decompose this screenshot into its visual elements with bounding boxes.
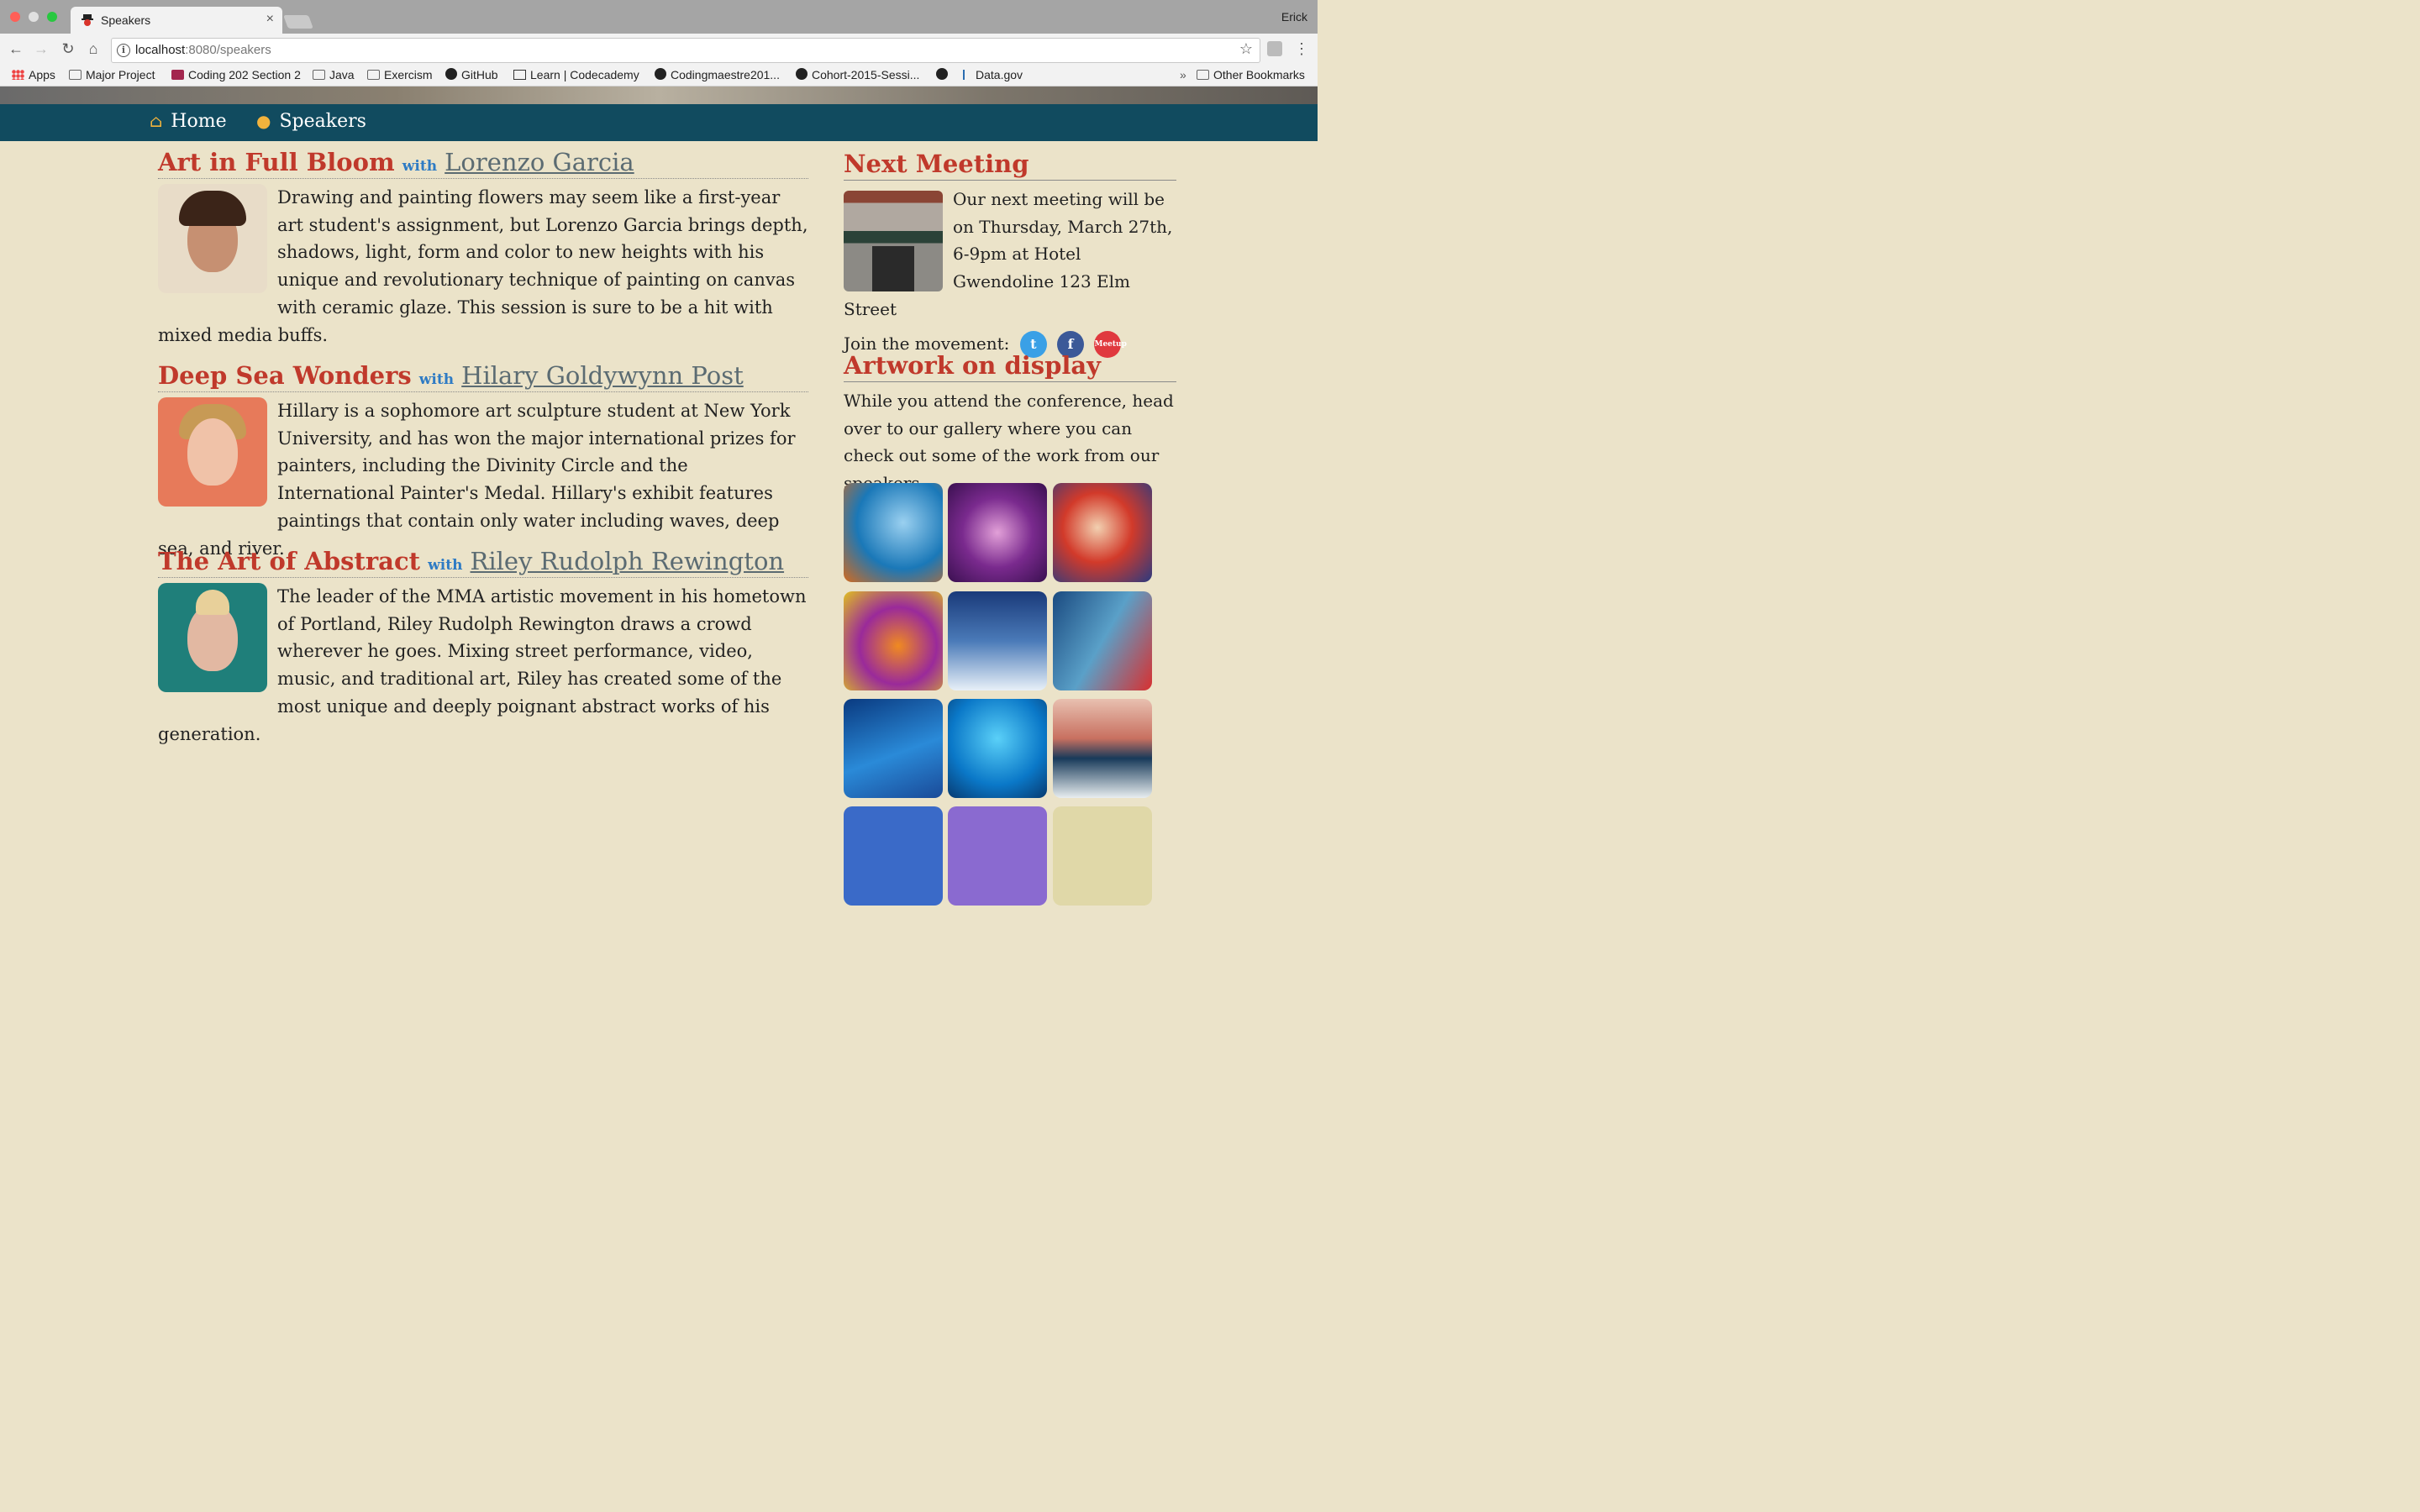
- datagov-icon: [963, 70, 971, 80]
- speaker-heading: Art in Full Bloom with Lorenzo Garcia: [158, 148, 808, 179]
- info-icon[interactable]: i: [117, 44, 130, 57]
- artwork-heading: Artwork on display: [844, 351, 1176, 382]
- bookmark-link[interactable]: GitHub: [445, 68, 498, 81]
- artwork-thumbnail[interactable]: [948, 591, 1047, 690]
- bookmark-folder[interactable]: Java: [313, 68, 355, 81]
- url-text[interactable]: localhost:8080/speakers: [135, 43, 271, 57]
- minimize-window-button[interactable]: [29, 12, 39, 22]
- bookmark-star-icon[interactable]: ☆: [1239, 40, 1253, 58]
- other-bookmarks[interactable]: Other Bookmarks: [1197, 68, 1305, 81]
- speaker-name-link[interactable]: Hilary Goldywynn Post: [461, 361, 744, 390]
- favicon-icon: [82, 14, 93, 26]
- bookmark-link[interactable]: Cohort-2015-Sessi...: [796, 68, 919, 81]
- session-title: The Art of Abstract: [158, 547, 421, 575]
- bookmark-folder[interactable]: Exercism: [367, 68, 433, 81]
- nav-speakers[interactable]: ● Speakers: [256, 111, 366, 132]
- browser-tab[interactable]: Speakers ×: [71, 7, 282, 34]
- bookmark-link[interactable]: Learn | Codecademy: [513, 68, 639, 81]
- home-icon: ⌂: [150, 111, 163, 131]
- bookmark-apps[interactable]: Apps: [12, 68, 55, 81]
- speaker-heading: Deep Sea Wonders with Hilary Goldywynn P…: [158, 361, 808, 392]
- speaker-name-link[interactable]: Riley Rudolph Rewington: [471, 547, 785, 575]
- join-label: Join the movement:: [844, 333, 1010, 354]
- bookmark-link[interactable]: Coding 202 Section 2: [171, 68, 301, 81]
- tab-title: Speakers: [101, 13, 151, 27]
- nav-home[interactable]: ⌂ Home: [150, 111, 227, 132]
- apps-grid-icon: [12, 70, 24, 80]
- speaker-card: Deep Sea Wonders with Hilary Goldywynn P…: [158, 361, 808, 562]
- new-tab-button[interactable]: [283, 15, 313, 29]
- artwork-thumbnail[interactable]: [844, 591, 943, 690]
- speaker-heading: The Art of Abstract with Riley Rudolph R…: [158, 547, 808, 578]
- bookmark-link[interactable]: Codingmaestre201...: [655, 68, 780, 81]
- folder-icon: [1197, 70, 1209, 80]
- tab-close-icon[interactable]: ×: [266, 12, 274, 27]
- artwork-thumbnail[interactable]: [1053, 699, 1152, 798]
- speaker-name-link[interactable]: Lorenzo Garcia: [445, 148, 634, 176]
- github-icon: [445, 68, 457, 80]
- with-label: with: [428, 557, 463, 574]
- reload-icon[interactable]: ↻: [59, 40, 77, 58]
- speaker-card: The Art of Abstract with Riley Rudolph R…: [158, 547, 808, 748]
- artwork-thumbnail[interactable]: [844, 806, 943, 906]
- artwork-thumbnail[interactable]: [844, 483, 943, 582]
- next-meeting-heading: Next Meeting: [844, 150, 1176, 181]
- address-bar[interactable]: i localhost:8080/speakers ☆: [111, 38, 1260, 63]
- bookmark-folder[interactable]: Major Project: [69, 68, 155, 81]
- site-icon: [171, 70, 184, 80]
- artwork-thumbnail[interactable]: [844, 699, 943, 798]
- speaker-photo: [158, 397, 267, 507]
- session-title: Art in Full Bloom: [158, 148, 395, 176]
- extension-icon[interactable]: [1267, 41, 1282, 56]
- user-icon: ●: [256, 111, 271, 131]
- menu-dots-icon[interactable]: ⋮: [1294, 40, 1309, 58]
- header-banner-image: [0, 87, 1318, 104]
- github-icon: [655, 68, 666, 80]
- github-icon: [936, 68, 948, 80]
- zoom-window-button[interactable]: [47, 12, 57, 22]
- home-icon[interactable]: ⌂: [84, 40, 103, 58]
- close-window-button[interactable]: [10, 12, 20, 22]
- artwork-thumbnail[interactable]: [1053, 591, 1152, 690]
- artwork-section: Artwork on display While you attend the …: [844, 351, 1176, 497]
- browser-toolbar: ← → ↻ ⌂ i localhost:8080/speakers ☆ ⋮: [0, 34, 1318, 66]
- folder-icon: [69, 70, 82, 80]
- next-meeting-section: Next Meeting Our next meeting will be on…: [844, 150, 1176, 359]
- with-label: with: [418, 371, 455, 388]
- artwork-thumbnail[interactable]: [1053, 806, 1152, 906]
- main-nav: ⌂ Home ● Speakers: [0, 104, 1318, 141]
- artwork-text: While you attend the conference, head ov…: [844, 391, 1174, 493]
- bookmark-link[interactable]: Data.gov: [963, 68, 1023, 81]
- bookmark-link[interactable]: [936, 68, 952, 81]
- session-title: Deep Sea Wonders: [158, 361, 412, 390]
- forward-arrow-icon[interactable]: →: [32, 40, 50, 58]
- profile-name[interactable]: Erick: [1281, 10, 1307, 24]
- github-icon: [796, 68, 808, 80]
- artwork-thumbnail[interactable]: [948, 806, 1047, 906]
- bookmarks-overflow-icon[interactable]: »: [1180, 68, 1186, 81]
- artwork-thumbnail[interactable]: [948, 699, 1047, 798]
- speaker-photo: [158, 583, 267, 692]
- speaker-photo: [158, 184, 267, 293]
- with-label: with: [402, 158, 438, 175]
- folder-icon: [313, 70, 325, 80]
- hotel-photo: [844, 191, 943, 291]
- folder-icon: [367, 70, 380, 80]
- artwork-thumbnail[interactable]: [948, 483, 1047, 582]
- back-arrow-icon[interactable]: ←: [7, 40, 25, 58]
- speaker-card: Art in Full Bloom with Lorenzo Garcia Dr…: [158, 148, 808, 349]
- bookmarks-bar: Apps Major Project Coding 202 Section 2 …: [0, 66, 1318, 87]
- browser-titlebar: Speakers × Erick: [0, 0, 1318, 34]
- codecademy-icon: [513, 70, 526, 80]
- artwork-thumbnail[interactable]: [1053, 483, 1152, 582]
